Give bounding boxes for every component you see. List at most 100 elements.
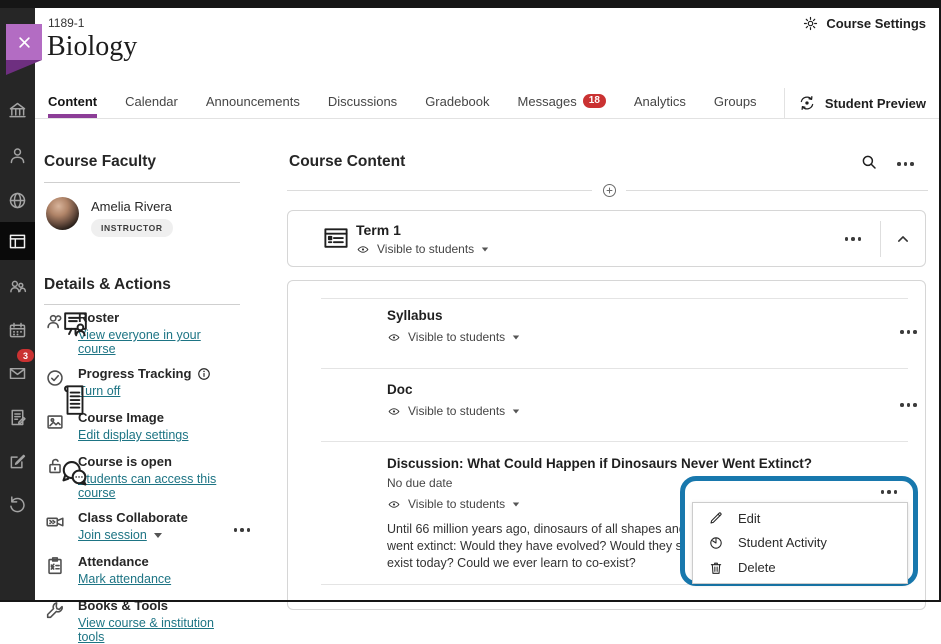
course-id: 1189-1 bbox=[48, 16, 84, 30]
item-title[interactable]: Doc bbox=[387, 382, 520, 397]
eye-icon bbox=[356, 243, 370, 256]
chevron-down-icon bbox=[513, 502, 519, 506]
term-1-folder-card[interactable]: Term 1 Visible to students bbox=[287, 210, 926, 267]
tab-calendar[interactable]: Calendar bbox=[125, 88, 178, 118]
eye-icon bbox=[387, 331, 401, 344]
course-content-title: Course Content bbox=[289, 153, 405, 171]
collaborate-camera-icon bbox=[44, 510, 66, 544]
chevron-down-icon bbox=[513, 335, 519, 339]
activity-bar: 3 bbox=[0, 0, 35, 602]
detail-item-books-tools: Books & Tools View course & institution … bbox=[44, 598, 240, 644]
folder-kebab-icon[interactable] bbox=[841, 233, 866, 245]
detail-item-class-collaborate: Class Collaborate Join session bbox=[44, 510, 240, 544]
syllabus-row: Syllabus Visible to students bbox=[387, 308, 520, 344]
menu-item-delete[interactable]: Delete bbox=[693, 556, 907, 580]
details-actions-title: Details & Actions bbox=[44, 276, 171, 294]
chevron-up-icon[interactable] bbox=[893, 229, 913, 249]
student-preview-button[interactable]: Student Preview bbox=[784, 88, 939, 118]
messages-badge: 3 bbox=[17, 349, 34, 362]
folder-visibility-dropdown[interactable]: Visible to students bbox=[356, 242, 489, 256]
doc-row: Doc Visible to students bbox=[387, 382, 520, 418]
gear-icon bbox=[802, 15, 819, 32]
syllabus-kebab-icon[interactable] bbox=[896, 326, 921, 338]
folder-controls-divider bbox=[880, 221, 881, 257]
grades-icon[interactable] bbox=[0, 400, 35, 434]
instructor-card[interactable]: Amelia Rivera INSTRUCTOR bbox=[46, 197, 173, 237]
instructor-name: Amelia Rivera bbox=[91, 199, 173, 214]
item-visibility-dropdown[interactable]: Visible to students bbox=[387, 330, 520, 344]
discussion-icon bbox=[58, 457, 91, 490]
course-settings-label: Course Settings bbox=[826, 16, 926, 31]
chevron-down-icon bbox=[154, 533, 162, 538]
edit-pencil-icon bbox=[708, 510, 724, 526]
detail-item-attendance: Attendance Mark attendance bbox=[44, 554, 240, 588]
course-content-kebab-icon[interactable] bbox=[893, 158, 918, 170]
syllabus-icon bbox=[60, 308, 91, 342]
student-preview-label: Student Preview bbox=[825, 96, 926, 111]
item-title[interactable]: Syllabus bbox=[387, 308, 520, 323]
discussion-description-line: Until 66 million years ago, dinosaurs of… bbox=[387, 521, 698, 538]
course-faculty-title: Course Faculty bbox=[44, 153, 156, 171]
chevron-down-icon bbox=[513, 409, 519, 413]
calendar-icon[interactable] bbox=[0, 313, 35, 347]
tab-gradebook[interactable]: Gradebook bbox=[425, 88, 489, 118]
tab-content[interactable]: Content bbox=[48, 88, 97, 118]
course-title: Biology bbox=[47, 31, 137, 63]
menu-item-edit[interactable]: Edit bbox=[693, 506, 907, 530]
faculty-divider bbox=[44, 182, 240, 183]
info-icon[interactable] bbox=[197, 367, 211, 381]
messages-icon[interactable]: 3 bbox=[0, 356, 35, 390]
wrench-icon bbox=[44, 598, 66, 644]
document-icon bbox=[60, 381, 90, 419]
organizations-icon[interactable] bbox=[0, 269, 35, 303]
courses-icon[interactable] bbox=[0, 222, 35, 260]
discussion-context-menu: Edit Student Activity Delete bbox=[692, 502, 908, 584]
student-activity-icon bbox=[708, 535, 724, 551]
discussion-kebab-icon[interactable] bbox=[877, 486, 902, 498]
discussion-description-line: went extinct: Would they have evolved? W… bbox=[387, 538, 694, 555]
menu-item-student-activity[interactable]: Student Activity bbox=[693, 531, 907, 555]
eye-icon bbox=[387, 405, 401, 418]
collaborate-options-kebab-icon[interactable] bbox=[230, 524, 255, 536]
doc-kebab-icon[interactable] bbox=[896, 399, 921, 411]
course-open-link[interactable]: Students can access this course bbox=[78, 472, 240, 500]
globe-icon[interactable] bbox=[0, 183, 35, 217]
student-preview-icon bbox=[797, 94, 817, 112]
tab-analytics[interactable]: Analytics bbox=[634, 88, 686, 118]
item-title[interactable]: Discussion: What Could Happen if Dinosau… bbox=[387, 456, 812, 471]
tab-announcements[interactable]: Announcements bbox=[206, 88, 300, 118]
course-open-title: Course is open bbox=[78, 454, 240, 469]
messages-count-badge: 18 bbox=[583, 94, 606, 108]
discussion-description-line: exist today? Could we ever learn to co-e… bbox=[387, 555, 636, 572]
join-session-link[interactable]: Join session bbox=[78, 528, 162, 542]
tab-discussions[interactable]: Discussions bbox=[328, 88, 397, 118]
profile-icon[interactable] bbox=[0, 138, 35, 172]
compose-icon[interactable] bbox=[0, 444, 35, 478]
delete-trash-icon bbox=[708, 560, 724, 576]
row-divider bbox=[321, 298, 908, 299]
class-collaborate-title: Class Collaborate bbox=[78, 510, 240, 525]
attendance-title: Attendance bbox=[78, 554, 171, 569]
books-tools-link[interactable]: View course & institution tools bbox=[78, 616, 240, 644]
attendance-clipboard-icon bbox=[44, 554, 66, 588]
tab-groups[interactable]: Groups bbox=[714, 88, 757, 118]
search-icon[interactable] bbox=[860, 153, 878, 171]
roster-link[interactable]: View everyone in your course bbox=[78, 328, 240, 356]
sign-out-icon[interactable] bbox=[0, 487, 35, 521]
avatar bbox=[46, 197, 79, 230]
row-divider bbox=[321, 368, 908, 369]
course-image-link[interactable]: Edit display settings bbox=[78, 428, 188, 442]
progress-tracking-title: Progress Tracking bbox=[78, 366, 191, 381]
attendance-link[interactable]: Mark attendance bbox=[78, 572, 171, 586]
context-menu-highlight: Edit Student Activity Delete bbox=[680, 476, 918, 586]
content-module-icon bbox=[321, 223, 351, 253]
item-visibility-dropdown[interactable]: Visible to students bbox=[387, 404, 520, 418]
institution-icon[interactable] bbox=[0, 93, 35, 127]
chevron-down-icon bbox=[482, 247, 488, 251]
folder-title[interactable]: Term 1 bbox=[356, 222, 489, 238]
row-divider bbox=[321, 441, 908, 442]
close-icon[interactable] bbox=[6, 24, 42, 60]
tab-messages[interactable]: Messages 18 bbox=[518, 88, 606, 118]
add-content-button[interactable] bbox=[592, 181, 626, 200]
course-settings-button[interactable]: Course Settings bbox=[802, 15, 926, 32]
